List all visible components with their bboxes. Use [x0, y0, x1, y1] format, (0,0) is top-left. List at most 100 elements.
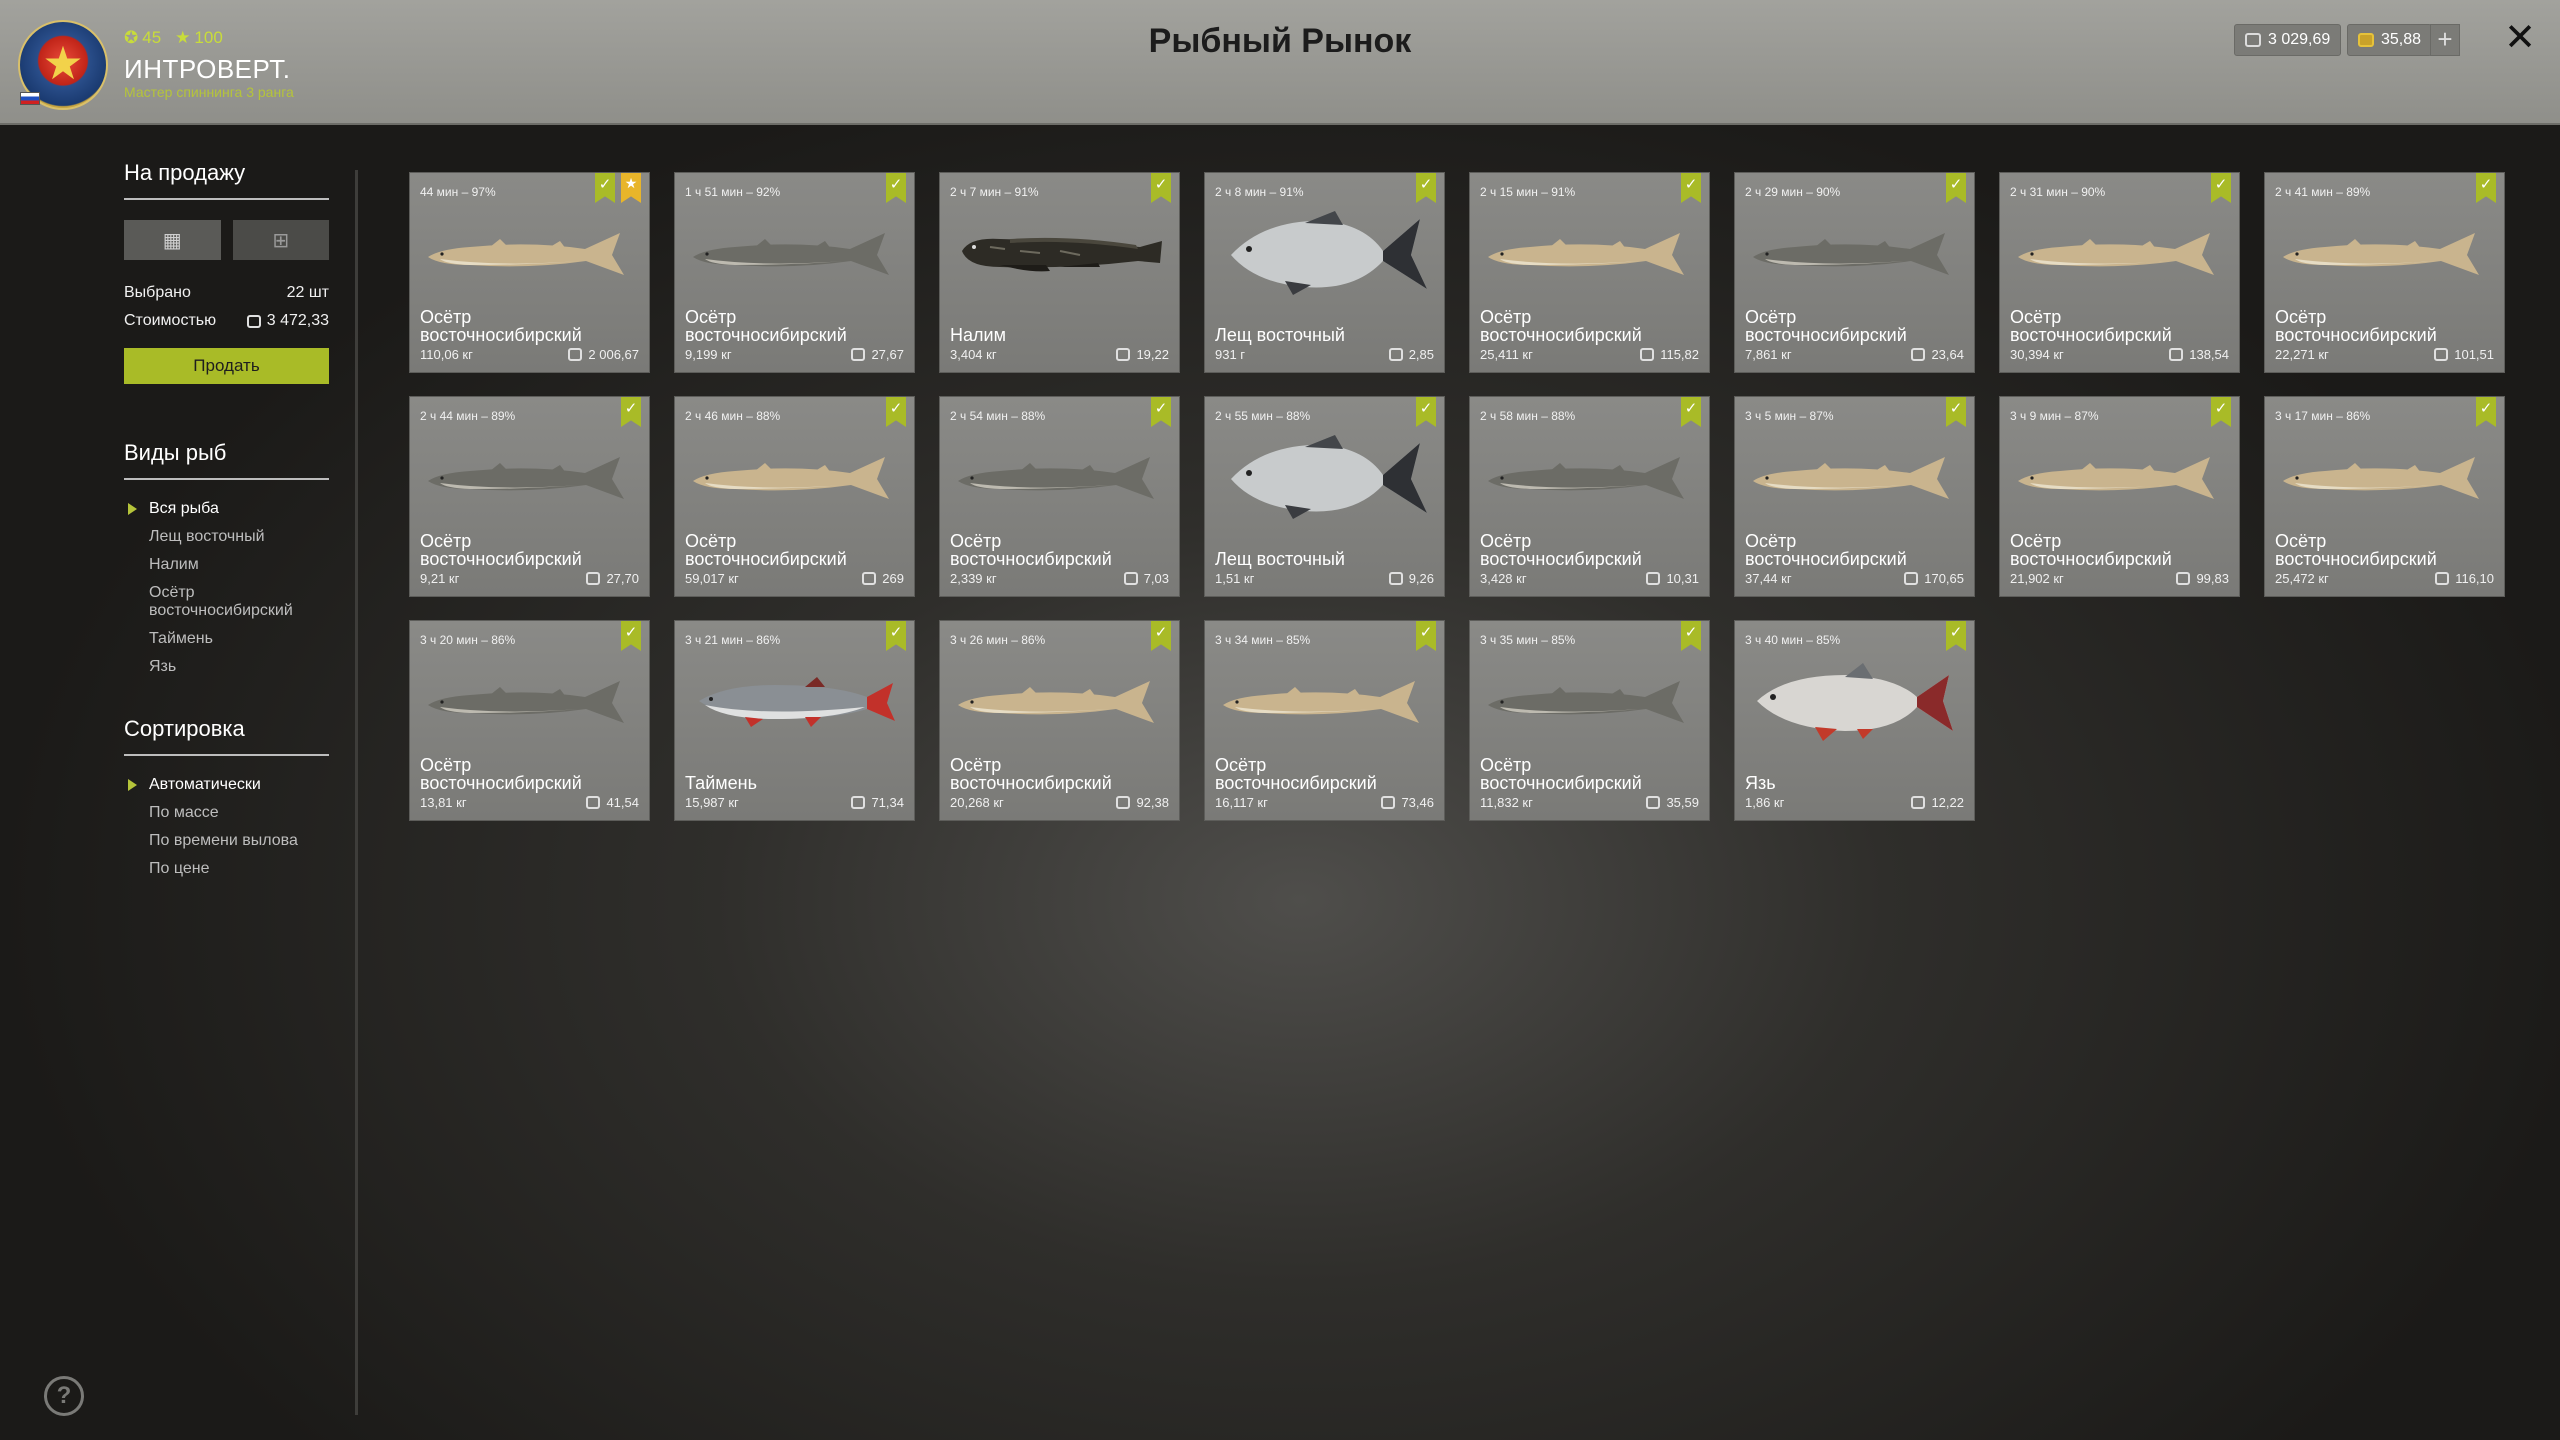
fish-price-value: 269 — [882, 571, 904, 586]
fish-name: Осётр восточносибирский — [1215, 755, 1377, 793]
fish-weight: 9,21 кг — [420, 571, 460, 586]
checkmark-ribbon-icon[interactable]: ✓ — [1681, 621, 1701, 651]
fish-weight: 1,51 кг — [1215, 571, 1255, 586]
fish-card[interactable]: 3 ч 9 мин – 87% ✓ Осётр восточносибирски… — [1999, 396, 2240, 597]
fish-name: Осётр восточносибирский — [1480, 531, 1642, 569]
fish-card[interactable]: 2 ч 31 мин – 90% ✓ Осётр восточносибирск… — [1999, 172, 2240, 373]
checkmark-ribbon-icon[interactable]: ✓ — [621, 397, 641, 427]
checkmark-ribbon-icon[interactable]: ✓ — [1681, 173, 1701, 203]
checkmark-ribbon-icon[interactable]: ✓ — [1151, 173, 1171, 203]
catch-time: 3 ч 35 мин – 85% — [1480, 633, 1576, 647]
fish-weight: 37,44 кг — [1745, 571, 1792, 586]
fish-card[interactable]: 3 ч 20 мин – 86% ✓ Осётр восточносибирск… — [409, 620, 650, 821]
cost-value: 3 472,33 — [266, 312, 329, 329]
checkmark-ribbon-icon[interactable]: ✓ — [2211, 397, 2231, 427]
checkmark-ribbon-icon[interactable]: ✓ — [2211, 173, 2231, 203]
checkmark-ribbon-icon[interactable]: ✓ — [1416, 621, 1436, 651]
gold-balance-value: 35,88 — [2381, 31, 2422, 48]
fish-card[interactable]: 2 ч 54 мин – 88% ✓ Осётр восточносибирск… — [939, 396, 1180, 597]
silver-coin-icon — [1388, 348, 1403, 361]
fish-image — [1480, 659, 1700, 743]
fish-image — [2275, 435, 2495, 519]
catch-time: 3 ч 40 мин – 85% — [1745, 633, 1841, 647]
checkmark-ribbon-icon[interactable]: ✓ — [595, 173, 615, 203]
fish-card[interactable]: 3 ч 5 мин – 87% ✓ Осётр восточносибирски… — [1734, 396, 1975, 597]
fish-card[interactable]: 2 ч 55 мин – 88% ✓ Лещ восточный 1,51 кг… — [1204, 396, 1445, 597]
sort-option-1[interactable]: По массе — [124, 804, 329, 822]
fish-grid: 44 мин – 97% ✓ ★ Осётр восточносибирский… — [409, 172, 2505, 821]
fish-name: Осётр восточносибирский — [1480, 307, 1642, 345]
checkmark-ribbon-icon[interactable]: ✓ — [621, 621, 641, 651]
checkmark-ribbon-icon[interactable]: ✓ — [1946, 621, 1966, 651]
fish-weight: 16,117 кг — [1215, 795, 1268, 810]
fish-card[interactable]: 2 ч 41 мин – 89% ✓ Осётр восточносибирск… — [2264, 172, 2505, 373]
fish-name: Лещ восточный — [1215, 549, 1345, 569]
fish-image — [950, 435, 1170, 519]
fish-name: Осётр восточносибирский — [950, 755, 1112, 793]
checkmark-ribbon-icon[interactable]: ✓ — [1681, 397, 1701, 427]
fish-image — [1215, 659, 1435, 743]
checkmark-ribbon-icon[interactable]: ✓ — [2476, 397, 2496, 427]
catch-time: 3 ч 26 мин – 86% — [950, 633, 1046, 647]
sort-option-3[interactable]: По цене — [124, 860, 329, 878]
checkmark-ribbon-icon[interactable]: ✓ — [1416, 397, 1436, 427]
fish-price: 71,34 — [851, 795, 904, 810]
fish-name: Осётр восточносибирский — [420, 531, 582, 569]
gold-coin-icon — [2358, 33, 2374, 47]
fish-card[interactable]: 2 ч 58 мин – 88% ✓ Осётр восточносибирск… — [1469, 396, 1710, 597]
fish-type-filter-3[interactable]: Осётр восточносибирский — [124, 584, 329, 620]
sort-section: Сортировка Автоматически По массе По време… — [124, 716, 329, 878]
checkmark-ribbon-icon[interactable]: ✓ — [886, 173, 906, 203]
fish-price-value: 2 006,67 — [588, 347, 639, 362]
fish-card[interactable]: 2 ч 44 мин – 89% ✓ Осётр восточносибирск… — [409, 396, 650, 597]
fish-card[interactable]: 3 ч 21 мин – 86% ✓ Таймень 15,987 кг 71,… — [674, 620, 915, 821]
fish-weight: 1,86 кг — [1745, 795, 1785, 810]
fish-card[interactable]: 3 ч 26 мин – 86% ✓ Осётр восточносибирск… — [939, 620, 1180, 821]
small-grid-view-button[interactable]: ⊞ — [232, 220, 329, 260]
checkmark-ribbon-icon[interactable]: ✓ — [1151, 621, 1171, 651]
sort-option-2[interactable]: По времени вылова — [124, 832, 329, 850]
fish-type-filter-2[interactable]: Налим — [124, 556, 329, 574]
fish-weight: 2,339 кг — [950, 571, 997, 586]
star-ribbon-icon[interactable]: ★ — [621, 173, 641, 203]
checkmark-ribbon-icon[interactable]: ✓ — [886, 621, 906, 651]
fish-weight: 21,902 кг — [2010, 571, 2064, 586]
fish-card[interactable]: 3 ч 34 мин – 85% ✓ Осётр восточносибирск… — [1204, 620, 1445, 821]
add-gold-button[interactable]: + — [2430, 24, 2460, 56]
help-icon[interactable]: ? — [44, 1376, 84, 1416]
checkmark-ribbon-icon[interactable]: ✓ — [1946, 397, 1966, 427]
checkmark-ribbon-icon[interactable]: ✓ — [1946, 173, 1966, 203]
fish-weight: 25,411 кг — [1480, 347, 1533, 362]
fish-card[interactable]: 2 ч 7 мин – 91% ✓ Налим 3,404 кг 19,22 — [939, 172, 1180, 373]
close-button[interactable]: ✕ — [2500, 18, 2540, 58]
catch-time: 2 ч 54 мин – 88% — [950, 409, 1046, 423]
fish-type-filter-0[interactable]: Вся рыба — [124, 500, 329, 518]
checkmark-ribbon-icon[interactable]: ✓ — [886, 397, 906, 427]
fish-price: 27,70 — [586, 571, 639, 586]
catch-time: 2 ч 58 мин – 88% — [1480, 409, 1576, 423]
sell-button[interactable]: Продать — [124, 348, 329, 384]
fish-card[interactable]: 2 ч 29 мин – 90% ✓ Осётр восточносибирск… — [1734, 172, 1975, 373]
fish-card[interactable]: 44 мин – 97% ✓ ★ Осётр восточносибирский… — [409, 172, 650, 373]
fish-card[interactable]: 2 ч 15 мин – 91% ✓ Осётр восточносибирск… — [1469, 172, 1710, 373]
fish-card[interactable]: 3 ч 40 мин – 85% ✓ Язь 1,86 кг 12,22 — [1734, 620, 1975, 821]
checkmark-ribbon-icon[interactable]: ✓ — [1416, 173, 1436, 203]
silver-coin-icon — [2176, 572, 2191, 585]
fish-type-filter-4[interactable]: Таймень — [124, 630, 329, 648]
sort-option-0[interactable]: Автоматически — [124, 776, 329, 794]
fish-card[interactable]: 3 ч 17 мин – 86% ✓ Осётр восточносибирск… — [2264, 396, 2505, 597]
fish-card[interactable]: 2 ч 8 мин – 91% ✓ Лещ восточный 931 г 2,… — [1204, 172, 1445, 373]
fish-type-filter-5[interactable]: Язь — [124, 658, 329, 676]
fish-type-filter-1[interactable]: Лещ восточный — [124, 528, 329, 546]
fish-card[interactable]: 1 ч 51 мин – 92% ✓ Осётр восточносибирск… — [674, 172, 915, 373]
fish-weight: 15,987 кг — [685, 795, 739, 810]
fish-card[interactable]: 2 ч 46 мин – 88% ✓ Осётр восточносибирск… — [674, 396, 915, 597]
large-grid-view-button[interactable]: ▦ — [124, 220, 221, 260]
checkmark-ribbon-icon[interactable]: ✓ — [1151, 397, 1171, 427]
selected-row: Выбрано 22 шт — [124, 284, 329, 302]
fish-name: Осётр восточносибирский — [420, 755, 582, 793]
fish-price-value: 92,38 — [1136, 795, 1169, 810]
fish-card[interactable]: 3 ч 35 мин – 85% ✓ Осётр восточносибирск… — [1469, 620, 1710, 821]
checkmark-ribbon-icon[interactable]: ✓ — [2476, 173, 2496, 203]
cost-label: Стоимостью — [124, 312, 217, 329]
